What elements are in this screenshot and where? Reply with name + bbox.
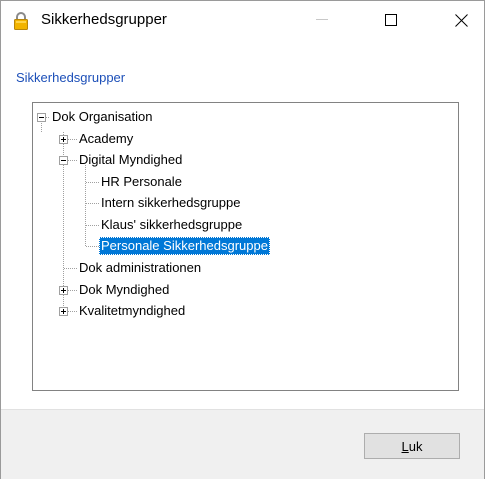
close-icon: [454, 13, 468, 27]
luk-button[interactable]: Luk: [364, 433, 460, 459]
maximize-button[interactable]: [368, 1, 414, 39]
expand-icon[interactable]: [59, 286, 68, 295]
section-label: Sikkerhedsgrupper: [16, 70, 126, 85]
tree-node-hr-personale[interactable]: HR Personale: [99, 173, 184, 191]
title-bar[interactable]: Sikkerhedsgrupper: [1, 1, 484, 39]
tree-node-intern-sikkerhedsgruppe[interactable]: Intern sikkerhedsgruppe: [99, 194, 242, 212]
minimize-icon: [316, 19, 328, 20]
tree-node-dok-organisation[interactable]: Dok Organisation: [50, 108, 154, 126]
maximize-icon: [385, 14, 397, 26]
luk-button-label-rest: uk: [408, 438, 423, 454]
tree-node-kvalitetmyndighed[interactable]: Kvalitetmyndighed: [77, 302, 187, 320]
tree-node-digital-myndighed[interactable]: Digital Myndighed: [77, 151, 184, 169]
collapse-icon[interactable]: [37, 113, 46, 122]
expand-icon[interactable]: [59, 307, 68, 316]
dialog-body: Sikkerhedsgrupper Dok Organisation Acade…: [1, 39, 484, 409]
minimize-button[interactable]: [299, 1, 345, 39]
button-bar: Luk: [1, 409, 484, 479]
dialog-window: Sikkerhedsgrupper Sikkerhedsgrupper Dok …: [0, 0, 485, 479]
tree-node-dok-myndighed[interactable]: Dok Myndighed: [77, 281, 171, 299]
close-window-button[interactable]: [438, 1, 484, 39]
padlock-icon: [12, 11, 30, 31]
security-group-tree[interactable]: Dok Organisation Academy Digital Myndigh…: [32, 102, 459, 391]
tree-node-klaus-sikkerhedsgruppe[interactable]: Klaus' sikkerhedsgruppe: [99, 216, 244, 234]
window-title: Sikkerhedsgrupper: [41, 11, 167, 28]
expand-icon[interactable]: [59, 135, 68, 144]
luk-button-accelerator: L: [401, 438, 409, 454]
tree-node-academy[interactable]: Academy: [77, 130, 135, 148]
tree-node-personale-sikkerhedsgruppe[interactable]: Personale Sikkerhedsgruppe: [99, 237, 270, 255]
tree-node-dok-administrationen[interactable]: Dok administrationen: [77, 259, 203, 277]
collapse-icon[interactable]: [59, 156, 68, 165]
